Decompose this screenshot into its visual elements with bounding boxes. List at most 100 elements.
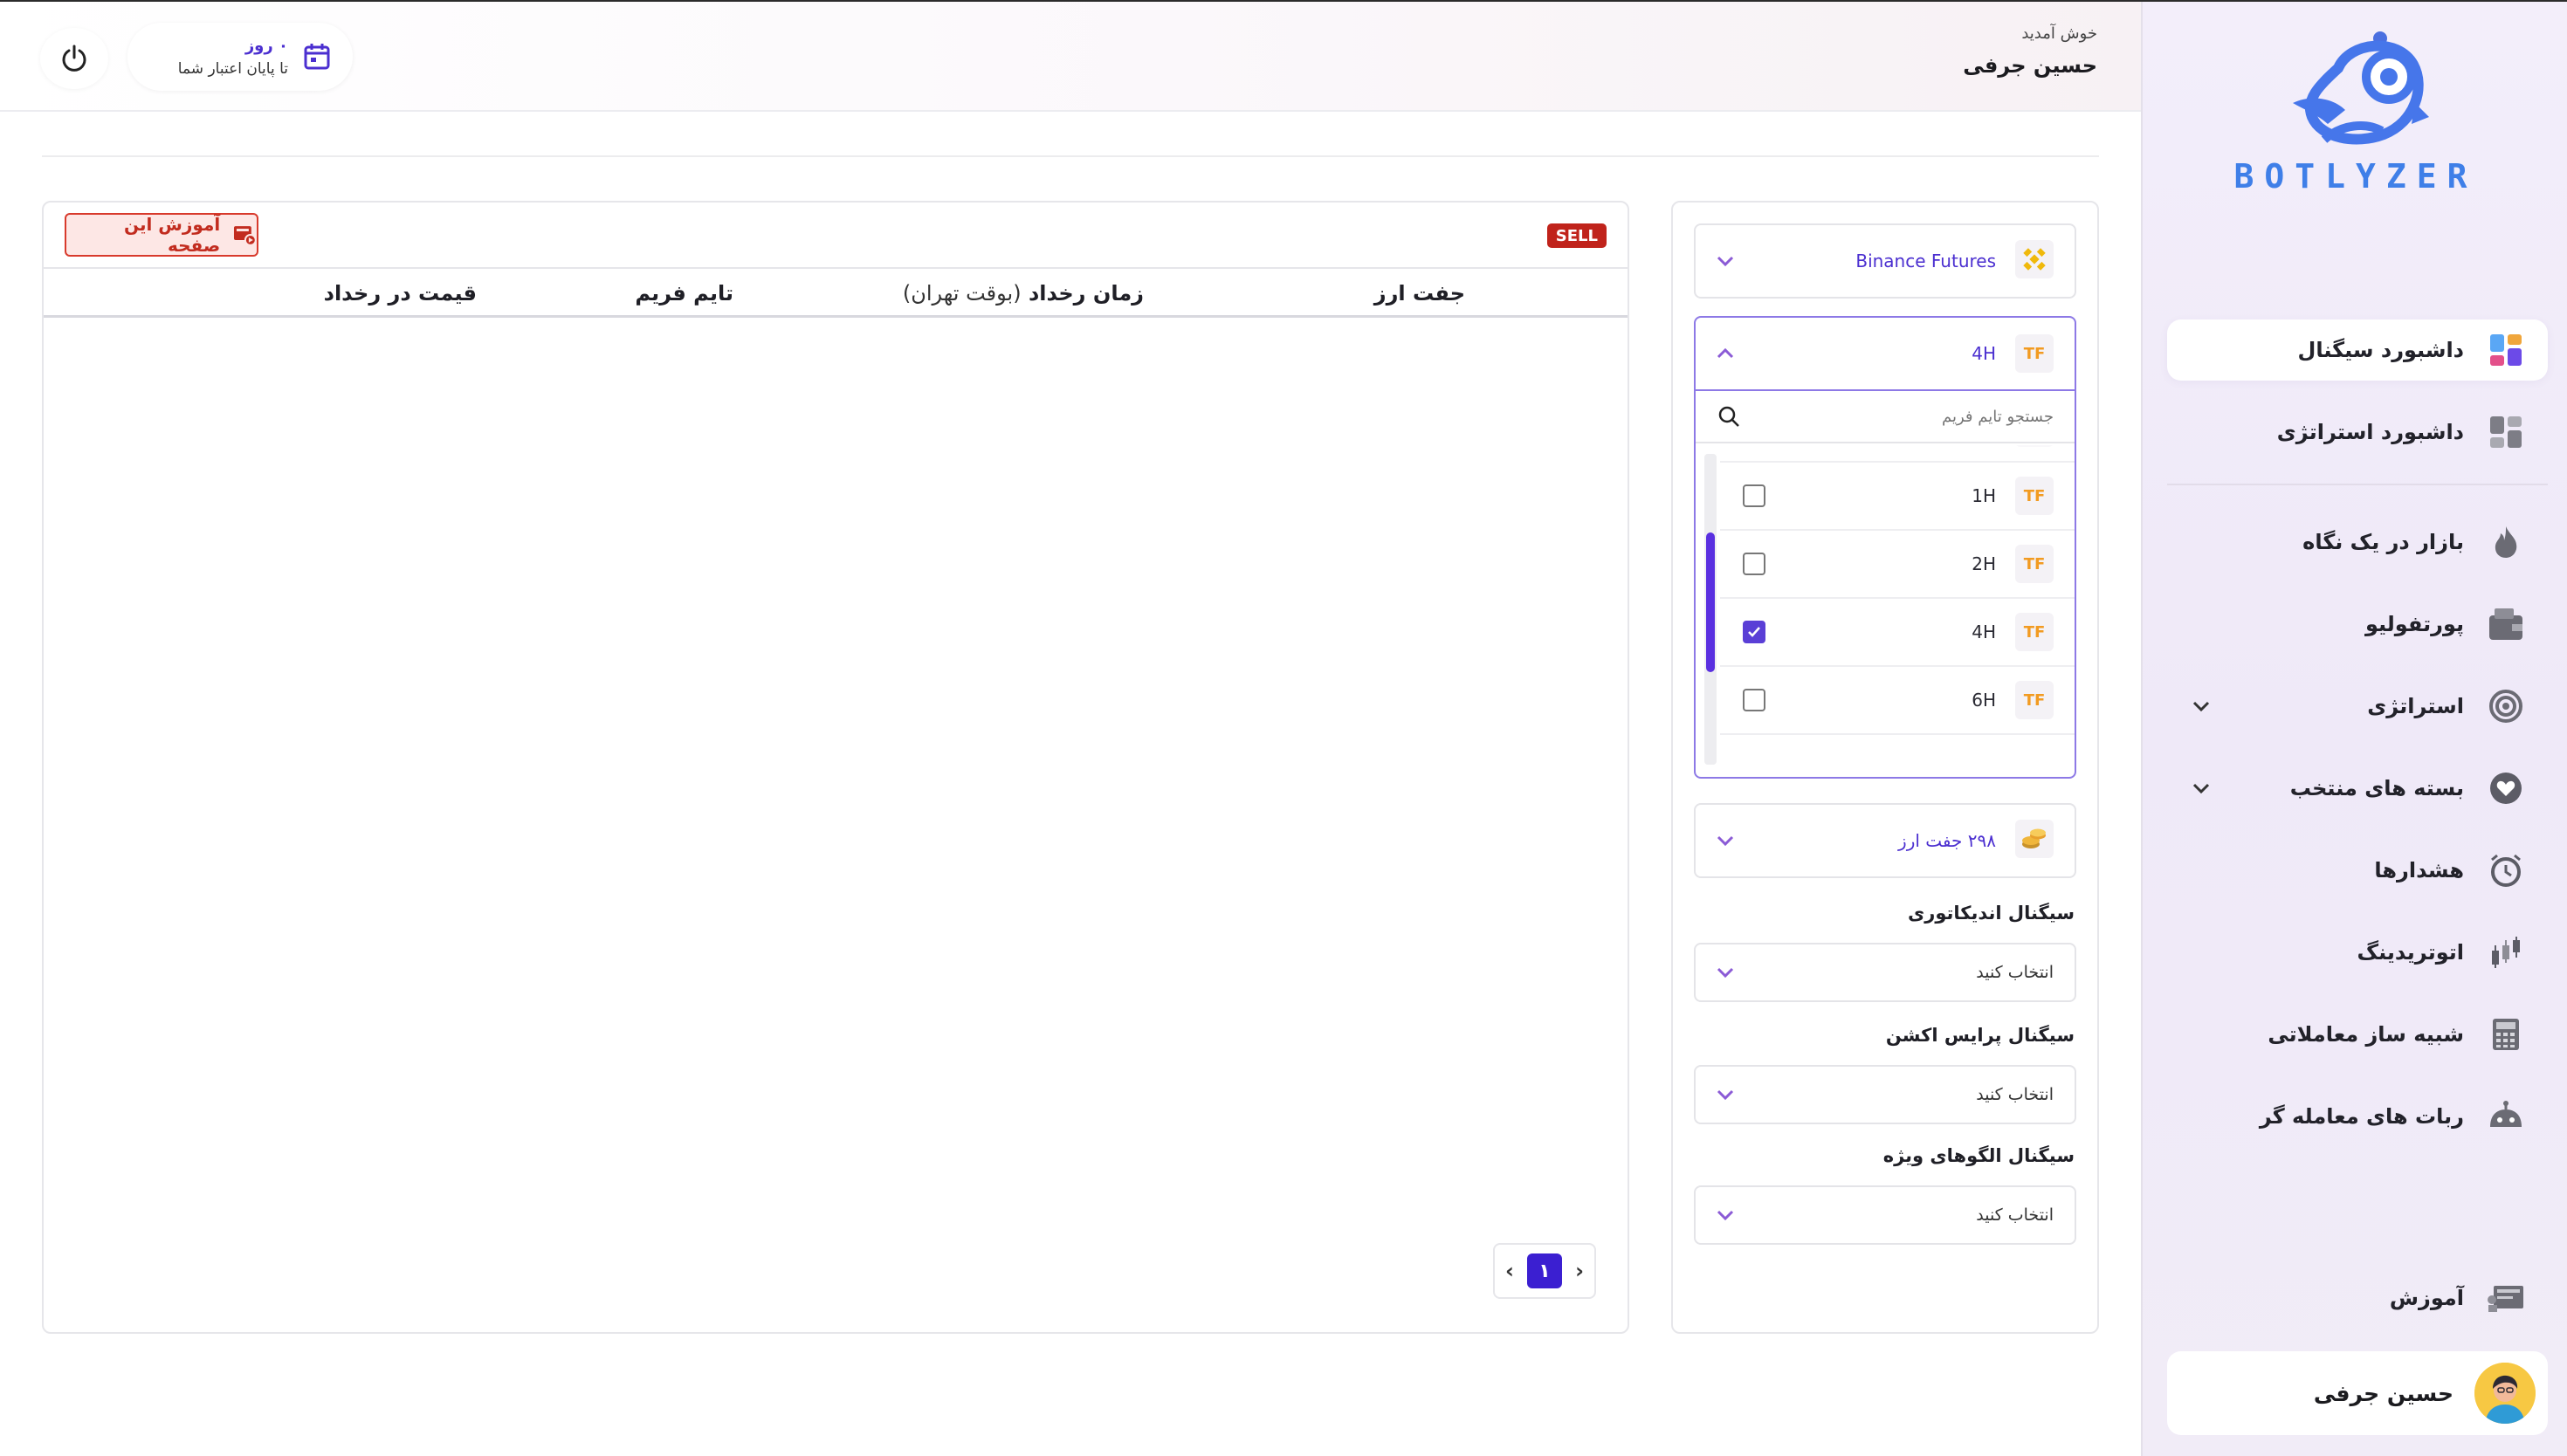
sell-badge: SELL <box>1546 223 1607 248</box>
tf-badge: TF <box>2015 334 2054 373</box>
timeframe-option-2h[interactable]: TF 2H <box>1720 531 2075 599</box>
sidebar-item-strategy[interactable]: استراتژی <box>2167 676 2548 737</box>
checkbox[interactable] <box>1743 553 1765 575</box>
credit-label: تا پایان اعتبار شما <box>177 59 288 78</box>
coins-icon <box>2015 820 2054 862</box>
welcome-block: خوش آمدید حسین جرفی <box>1963 24 2097 78</box>
timeframe-dropdown-header[interactable]: TF 4H <box>1696 318 2075 389</box>
power-icon <box>62 45 86 72</box>
tutorial-label: آموزش این صفحه <box>123 214 221 256</box>
price-action-signal-select[interactable]: انتخاب کنید <box>1694 1065 2076 1124</box>
col-price: قیمت در رخداد <box>323 281 477 306</box>
avatar <box>2474 1363 2536 1424</box>
next-page-button[interactable]: › <box>1575 1259 1584 1283</box>
top-header: خوش آمدید حسین جرفی ۰ روز تا پایان اعتبا… <box>0 2 2141 112</box>
timeframe-option-label: 4H <box>1972 622 1996 642</box>
timeframe-option-label: 2H <box>1972 553 1996 574</box>
wallet-icon <box>2487 605 2525 643</box>
signals-table-panel: آموزش این صفحه SELL جفت ارز زمان رخداد (… <box>42 201 1629 1334</box>
timeframe-option-4h[interactable]: TF 4H <box>1720 599 2075 667</box>
prev-page-button[interactable]: ‹ <box>1505 1259 1514 1283</box>
video-tutorial-icon <box>234 226 257 246</box>
chevron-down-icon[interactable] <box>2190 695 2213 718</box>
checkbox[interactable] <box>1743 689 1765 711</box>
col-pair: جفت ارز <box>1373 281 1465 306</box>
sidebar-item-portfolio[interactable]: پورتفولیو <box>2167 594 2548 655</box>
pairs-select[interactable]: ۲۹۸ جفت ارز <box>1694 803 2076 878</box>
sidebar-item-training[interactable]: آموزش <box>2167 1267 2548 1329</box>
sidebar-item-selected-packages[interactable]: بسته های منتخب <box>2167 758 2548 819</box>
select-placeholder: انتخاب کنید <box>1976 963 2054 982</box>
credit-status[interactable]: ۰ روز تا پایان اعتبار شما <box>127 23 353 91</box>
col-event-time-note: (بوقت تهران) <box>902 281 1022 306</box>
timeframe-option-partial <box>1720 445 2075 463</box>
logout-button[interactable] <box>40 28 108 89</box>
sidebar-item-label: پورتفولیو <box>2364 612 2464 636</box>
timeframe-option-6h[interactable]: TF 6H <box>1720 667 2075 735</box>
sidebar-item-strategy-dashboard[interactable]: داشبورد استراتژی <box>2167 402 2548 463</box>
signal-dashboard-icon <box>2487 331 2525 369</box>
sidebar-item-trading-bots[interactable]: ربات های معامله گر <box>2167 1086 2548 1147</box>
indicator-signal-select[interactable]: انتخاب کنید <box>1694 943 2076 1002</box>
pagination: ‹ ۱ › <box>1493 1243 1596 1299</box>
timeframe-search-input[interactable] <box>1741 407 2054 426</box>
select-placeholder: انتخاب کنید <box>1976 1205 2054 1225</box>
tf-badge: TF <box>2015 613 2054 651</box>
sidebar-item-alerts[interactable]: هشدارها <box>2167 840 2548 901</box>
profile-name: حسین جرفی <box>2313 1380 2453 1406</box>
select-placeholder: انتخاب کنید <box>1976 1085 2054 1104</box>
brand-logo[interactable]: BOTLYZER <box>2143 19 2567 203</box>
sidebar-item-label: آموزش <box>2389 1286 2464 1310</box>
col-timeframe: تایم فریم <box>635 281 733 306</box>
sidebar-item-label: استراتژی <box>2367 694 2464 718</box>
table-header: جفت ارز زمان رخداد (بوقت تهران) تایم فری… <box>44 267 1628 318</box>
calendar-icon <box>304 44 330 70</box>
credit-text: ۰ روز تا پایان اعتبار شما <box>178 37 288 78</box>
chevron-down-icon[interactable] <box>2190 777 2213 800</box>
sidebar-item-market-overview[interactable]: بازار در یک نگاه <box>2167 512 2548 573</box>
sidebar: BOTLYZER داشبورد سیگنال داشبورد استراتژی… <box>2141 2 2567 1456</box>
checkbox[interactable] <box>1743 484 1765 507</box>
user-name: حسین جرفی <box>1963 53 2097 78</box>
col-event-time-label: زمان رخداد <box>1028 281 1144 306</box>
page-button-current[interactable]: ۱ <box>1527 1253 1562 1288</box>
page-tutorial-button[interactable]: آموزش این صفحه <box>65 213 258 257</box>
training-icon <box>2487 1279 2525 1317</box>
filters-panel: Binance Futures TF 4H جستجو تایم فریم TF… <box>1671 201 2099 1334</box>
chevron-down-icon <box>1717 1210 1734 1221</box>
credit-days: ۰ روز <box>244 36 288 55</box>
special-patterns-signal-select[interactable]: انتخاب کنید <box>1694 1185 2076 1245</box>
chevron-down-icon <box>1717 835 1734 847</box>
calculator-icon <box>2487 1015 2525 1054</box>
target-icon <box>2487 687 2525 725</box>
sidebar-item-signal-dashboard[interactable]: داشبورد سیگنال <box>2167 319 2548 381</box>
exchange-value: Binance Futures <box>1855 251 1996 271</box>
tf-badge: TF <box>2015 477 2054 515</box>
exchange-select[interactable]: Binance Futures <box>1694 223 2076 299</box>
robot-logo-icon <box>2293 31 2429 145</box>
sidebar-item-trade-simulator[interactable]: شبیه ساز معاملاتی <box>2167 1004 2548 1065</box>
special-patterns-signal-label: سیگنال الگوهای ویژه <box>1882 1145 2075 1166</box>
sidebar-item-autotrading[interactable]: اتوتریدینگ <box>2167 922 2548 983</box>
timeframe-option-1h[interactable]: TF 1H <box>1720 463 2075 531</box>
alarm-clock-icon <box>2487 851 2525 889</box>
checkbox-checked[interactable] <box>1743 621 1765 643</box>
timeframe-option-label: 6H <box>1972 690 1996 711</box>
sidebar-item-label: اتوتریدینگ <box>2357 940 2464 965</box>
sidebar-divider <box>2167 484 2548 485</box>
search-icon <box>1718 406 1739 427</box>
pairs-value: ۲۹۸ جفت ارز <box>1898 830 1996 851</box>
timeframe-search[interactable] <box>1696 389 2075 443</box>
price-action-signal-label: سیگنال پرایس اکشن <box>1885 1025 2075 1046</box>
sidebar-item-label: بازار در یک نگاه <box>2302 530 2464 554</box>
col-event-time: زمان رخداد (بوقت تهران) <box>903 281 1144 306</box>
tf-badge: TF <box>2015 545 2054 583</box>
fire-icon <box>2487 523 2525 561</box>
sidebar-item-label: داشبورد استراتژی <box>2276 420 2464 444</box>
sidebar-bottom: آموزش <box>2167 1267 2548 1350</box>
profile-card[interactable]: حسین جرفی <box>2167 1351 2548 1435</box>
timeframe-dropdown[interactable]: TF 4H TF 1H <box>1694 316 2076 779</box>
binance-icon <box>2015 240 2054 282</box>
sidebar-item-label: ربات های معامله گر <box>2259 1104 2464 1129</box>
scrollbar-thumb[interactable] <box>1706 532 1715 672</box>
